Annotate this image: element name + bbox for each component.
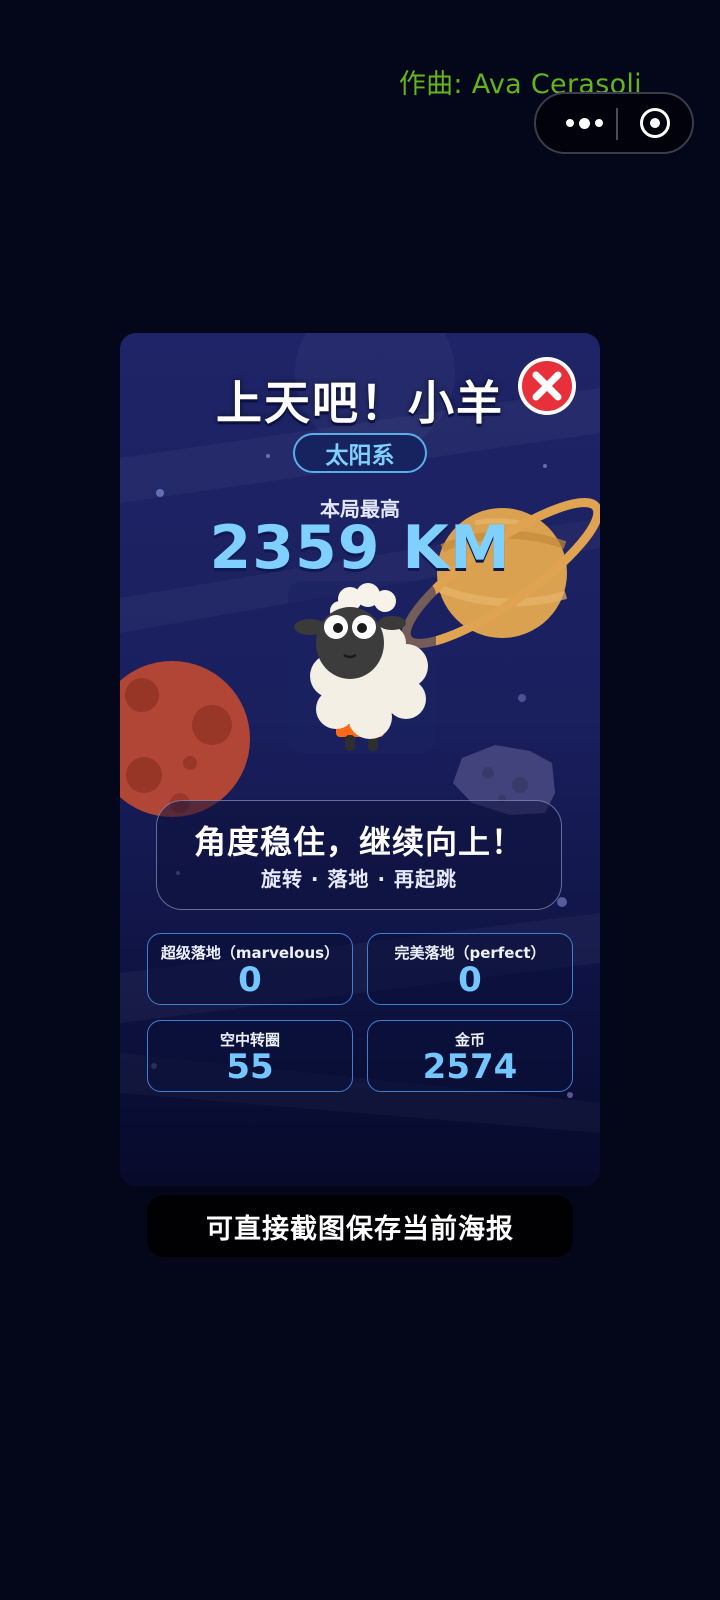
mars-planet — [120, 661, 250, 817]
stat-coins: 金币 2574 — [367, 1020, 573, 1092]
close-x-icon[interactable] — [516, 355, 578, 417]
mini-program-capsule — [534, 92, 694, 154]
stat-value: 0 — [458, 960, 482, 1000]
stat-air-spins: 空中转圈 55 — [147, 1020, 353, 1092]
level-system-badge: 太阳系 — [293, 433, 427, 473]
tip-panel: 角度稳住，继续向上！ 旋转 · 落地 · 再起跳 — [156, 800, 562, 910]
sheep-icon — [288, 581, 436, 753]
result-poster: 上天吧！小羊 太阳系 本局最高 2359 KM 角度稳住，继续向上！ 旋转 · … — [120, 333, 600, 1186]
target-circle-icon[interactable] — [640, 108, 670, 138]
stat-value: 55 — [226, 1047, 274, 1087]
tip-headline: 角度稳住，继续向上！ — [193, 823, 524, 861]
tip-subline: 旋转 · 落地 · 再起跳 — [260, 867, 458, 891]
game-screen: 作曲: Ava Cerasoli 上天吧！小羊 太阳系 本局最高 2359 KM… — [0, 0, 720, 1600]
best-score-value: 2359 KM — [209, 513, 511, 583]
stat-value: 2574 — [422, 1047, 518, 1087]
save-poster-hint: 可直接截图保存当前海报 — [147, 1195, 573, 1257]
stat-perfect-landing: 完美落地（perfect） 0 — [367, 933, 573, 1005]
more-dots-icon[interactable] — [558, 94, 610, 152]
stat-value: 0 — [238, 960, 262, 1000]
stat-marvelous-landing: 超级落地（marvelous） 0 — [147, 933, 353, 1005]
capsule-divider — [616, 108, 618, 140]
